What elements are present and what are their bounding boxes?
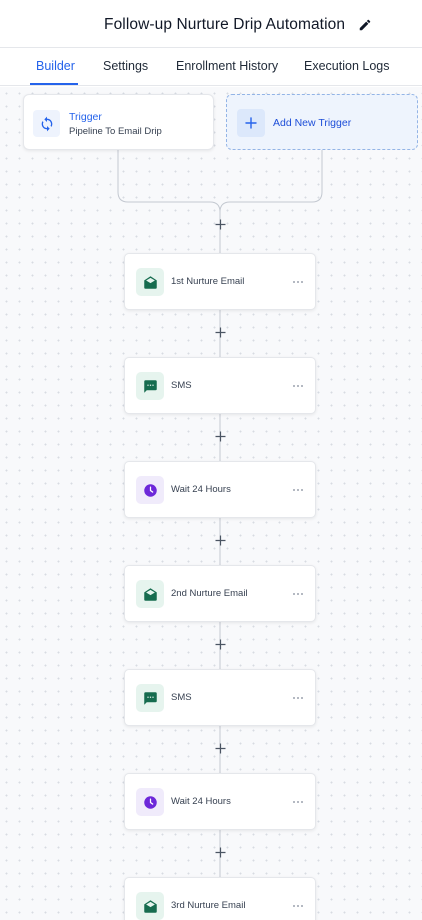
email-icon <box>136 268 164 296</box>
clock-icon <box>136 476 164 504</box>
add-step-plus-icon[interactable] <box>212 532 228 548</box>
add-step-plus-icon[interactable] <box>212 740 228 756</box>
add-new-trigger-button[interactable]: Add New Trigger <box>226 94 418 150</box>
trigger-subtitle: Pipeline To Email Drip <box>69 126 162 137</box>
plus-icon <box>237 109 265 137</box>
tab-bar: Builder Settings Enrollment History Exec… <box>0 48 422 86</box>
more-options-icon[interactable] <box>292 380 304 392</box>
action-card-email[interactable]: 2nd Nurture Email <box>124 565 316 622</box>
action-card-sms[interactable]: SMS <box>124 357 316 414</box>
action-label: 1st Nurture Email <box>171 276 245 287</box>
add-new-trigger-label: Add New Trigger <box>273 117 352 129</box>
action-label: Wait 24 Hours <box>171 796 231 807</box>
workflow-canvas[interactable]: Trigger Pipeline To Email Drip Add New T… <box>0 87 422 920</box>
more-options-icon[interactable] <box>292 900 304 912</box>
tab-settings[interactable]: Settings <box>103 59 148 73</box>
more-options-icon[interactable] <box>292 588 304 600</box>
header: Follow-up Nurture Drip Automation <box>0 0 422 48</box>
more-options-icon[interactable] <box>292 692 304 704</box>
action-label: 2nd Nurture Email <box>171 588 248 599</box>
tab-enrollment-history[interactable]: Enrollment History <box>176 59 278 73</box>
add-step-plus-icon[interactable] <box>212 324 228 340</box>
email-icon <box>136 892 164 920</box>
more-options-icon[interactable] <box>292 796 304 808</box>
action-label: SMS <box>171 380 192 391</box>
more-options-icon[interactable] <box>292 276 304 288</box>
action-card-email[interactable]: 1st Nurture Email <box>124 253 316 310</box>
page-title: Follow-up Nurture Drip Automation <box>104 16 346 33</box>
sms-icon <box>136 684 164 712</box>
action-label: SMS <box>171 692 192 703</box>
action-label: Wait 24 Hours <box>171 484 231 495</box>
sms-icon <box>136 372 164 400</box>
email-icon <box>136 580 164 608</box>
add-step-plus-icon[interactable] <box>212 216 228 232</box>
clock-icon <box>136 788 164 816</box>
more-options-icon[interactable] <box>292 484 304 496</box>
trigger-card[interactable]: Trigger Pipeline To Email Drip <box>23 94 214 150</box>
refresh-icon <box>33 110 60 137</box>
active-tab-indicator <box>30 83 78 85</box>
action-card-email[interactable]: 3rd Nurture Email <box>124 877 316 920</box>
pencil-icon[interactable] <box>358 18 372 32</box>
add-step-plus-icon[interactable] <box>212 428 228 444</box>
tab-execution-logs[interactable]: Execution Logs <box>304 59 389 73</box>
add-step-plus-icon[interactable] <box>212 636 228 652</box>
action-label: 3rd Nurture Email <box>171 900 246 911</box>
trigger-title: Trigger <box>69 111 102 123</box>
action-card-wait[interactable]: Wait 24 Hours <box>124 461 316 518</box>
tab-builder[interactable]: Builder <box>36 59 75 73</box>
add-step-plus-icon[interactable] <box>212 844 228 860</box>
action-card-sms[interactable]: SMS <box>124 669 316 726</box>
action-card-wait[interactable]: Wait 24 Hours <box>124 773 316 830</box>
